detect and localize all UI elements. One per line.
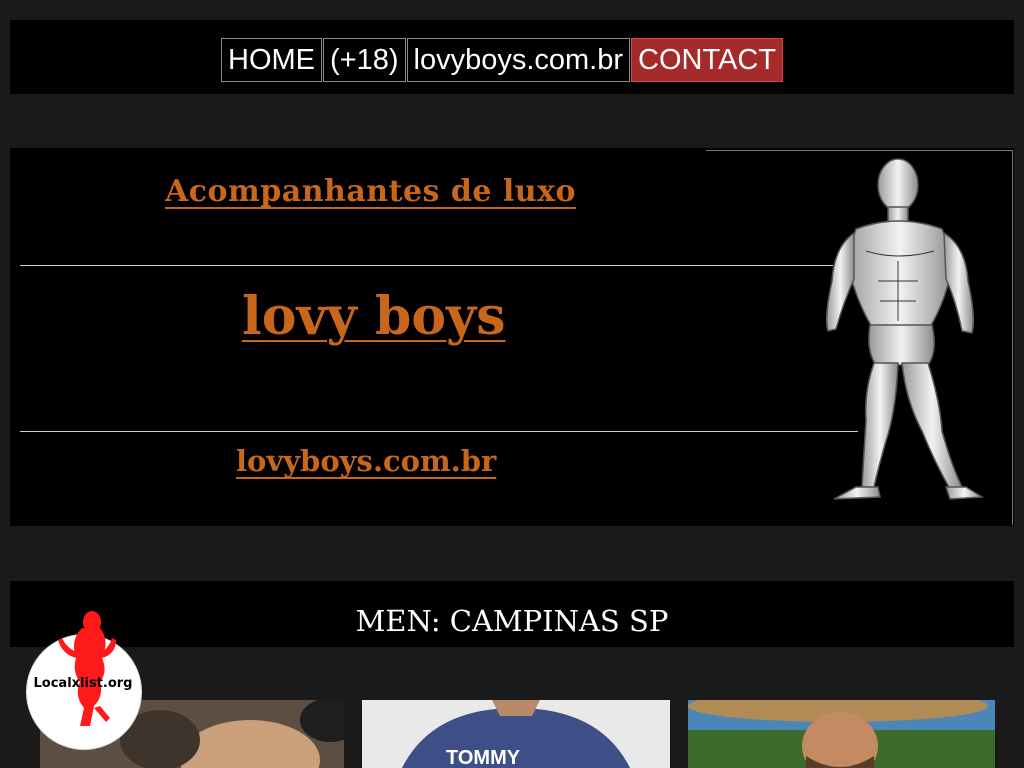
watermark-text: Localxlist.org (33, 676, 133, 691)
localxlist-watermark: Localxlist.org (26, 610, 142, 750)
profile-photo: TOMMY (362, 700, 670, 768)
nav-contact-link[interactable]: CONTACT (631, 38, 784, 82)
shirt-print-text: TOMMY (446, 747, 521, 768)
silhouette-logo-icon (58, 611, 116, 726)
site-banner: Acompanhantes de luxo lovy boys lovyboys… (10, 148, 1014, 526)
banner-brand: lovy boys (242, 286, 506, 347)
profile-thumbnail[interactable]: TOMMY (362, 700, 670, 768)
male-figure-illustration (825, 158, 985, 500)
nav-domain-link[interactable]: lovyboys.com.br (406, 38, 631, 82)
nav-adult-link[interactable]: (+18) (323, 38, 406, 82)
figure-illustration-frame (706, 150, 1013, 525)
banner-domain: lovyboys.com.br (236, 444, 497, 478)
banner-tagline: Acompanhantes de luxo (165, 174, 576, 209)
nav-home-link[interactable]: HOME (221, 38, 322, 82)
profile-photo (688, 700, 995, 768)
main-nav: HOME (+18) lovyboys.com.br CONTACT (221, 38, 784, 82)
section-header: MEN: CAMPINAS SP (10, 581, 1014, 647)
section-title: MEN: CAMPINAS SP (355, 604, 669, 638)
profile-thumbnail[interactable] (688, 700, 995, 768)
